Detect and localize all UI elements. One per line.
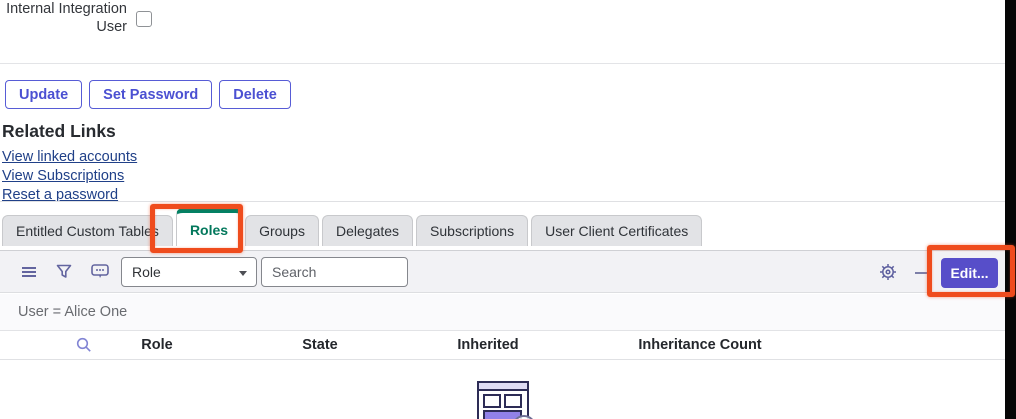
related-lists-tabstrip: Entitled Custom Tables Roles Groups Dele… bbox=[2, 208, 702, 246]
form-action-buttons: Update Set Password Delete bbox=[5, 80, 291, 109]
menu-icon[interactable] bbox=[20, 251, 38, 292]
gear-icon[interactable] bbox=[878, 251, 898, 292]
delete-button[interactable]: Delete bbox=[219, 80, 291, 109]
tabs-top-divider bbox=[0, 201, 1005, 202]
tab-roles[interactable]: Roles bbox=[176, 208, 242, 246]
list-search-input[interactable] bbox=[261, 257, 408, 287]
tab-entitled-custom-tables[interactable]: Entitled Custom Tables bbox=[2, 215, 173, 246]
toolbar-divider-dash bbox=[915, 272, 930, 274]
search-field-selector[interactable]: Role bbox=[121, 257, 257, 287]
list-breadcrumb-row: User = Alice One bbox=[0, 294, 1005, 331]
reset-password-link[interactable]: Reset a password bbox=[2, 186, 137, 205]
set-password-button[interactable]: Set Password bbox=[89, 80, 212, 109]
column-header-role[interactable]: Role bbox=[141, 337, 172, 353]
comment-icon[interactable] bbox=[90, 251, 110, 292]
list-toolbar: Role Edit... bbox=[0, 250, 1005, 293]
related-links-heading: Related Links bbox=[2, 121, 116, 142]
internal-integration-user-checkbox[interactable] bbox=[136, 11, 152, 27]
update-button[interactable]: Update bbox=[5, 80, 82, 109]
user-record-screen: Internal Integration User Update Set Pas… bbox=[0, 0, 1016, 419]
internal-integration-user-label: Internal Integration User bbox=[0, 0, 127, 36]
tab-delegates[interactable]: Delegates bbox=[322, 215, 413, 246]
column-header-inherited[interactable]: Inherited bbox=[457, 337, 518, 353]
tab-subscriptions[interactable]: Subscriptions bbox=[416, 215, 528, 246]
section-divider bbox=[0, 63, 1005, 64]
column-search-icon[interactable] bbox=[76, 337, 92, 358]
breadcrumb[interactable]: User = Alice One bbox=[18, 304, 127, 320]
filter-icon[interactable] bbox=[55, 251, 73, 292]
view-subscriptions-link[interactable]: View Subscriptions bbox=[2, 167, 137, 186]
roles-list-header: Role State Inherited Inheritance Count bbox=[0, 332, 1005, 360]
chevron-down-icon bbox=[239, 271, 247, 276]
search-field-selector-value: Role bbox=[132, 264, 161, 280]
tab-groups[interactable]: Groups bbox=[245, 215, 319, 246]
edit-button[interactable]: Edit... bbox=[941, 258, 998, 288]
screen-edge-black-strip bbox=[1005, 0, 1016, 419]
tab-user-client-certificates[interactable]: User Client Certificates bbox=[531, 215, 702, 246]
empty-list-illustration bbox=[470, 381, 542, 419]
column-header-state[interactable]: State bbox=[302, 337, 337, 353]
related-links-list: View linked accounts View Subscriptions … bbox=[2, 148, 137, 205]
view-linked-accounts-link[interactable]: View linked accounts bbox=[2, 148, 137, 167]
column-header-inheritance-count[interactable]: Inheritance Count bbox=[638, 337, 761, 353]
